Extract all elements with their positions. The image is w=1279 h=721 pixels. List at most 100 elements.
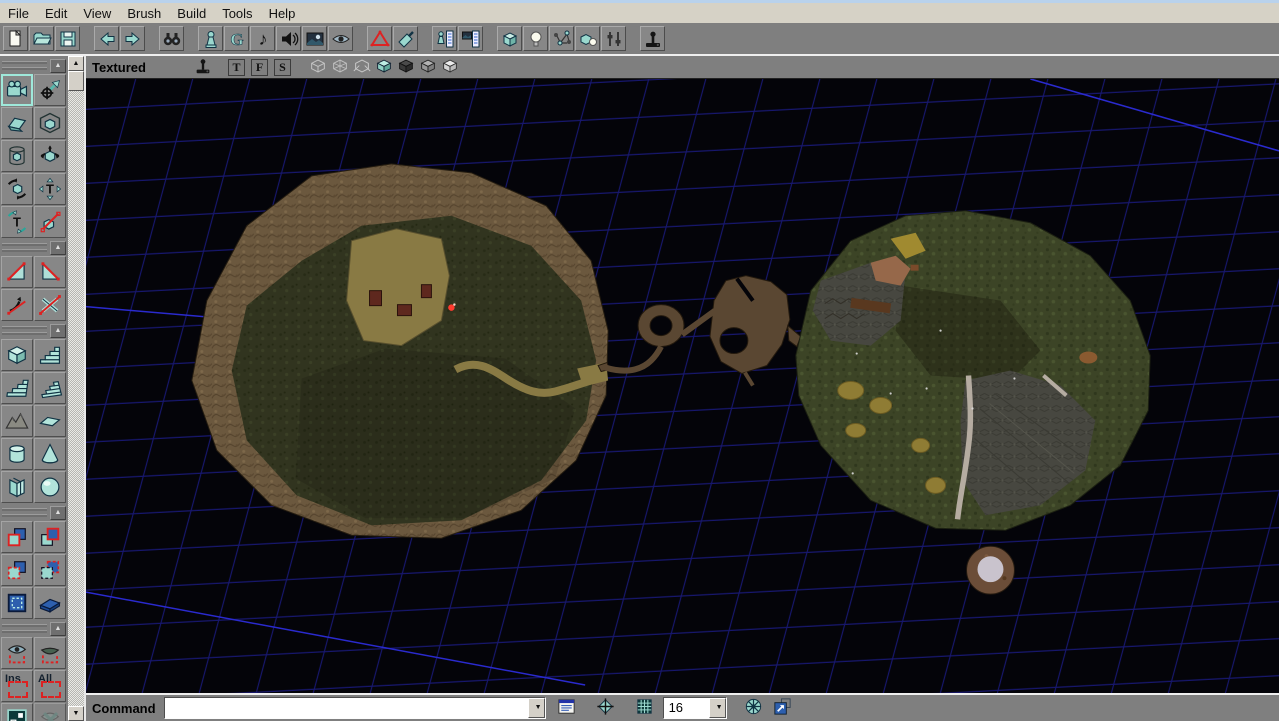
mesh-browser-button[interactable]: [328, 26, 353, 51]
build-paths-button[interactable]: [549, 26, 574, 51]
save-map-button[interactable]: [55, 26, 80, 51]
build-brush-button[interactable]: [393, 26, 418, 51]
maximize-viewport-button[interactable]: [772, 696, 793, 720]
actor-properties-button[interactable]: [432, 26, 457, 51]
realtime-preview-button[interactable]: [193, 56, 213, 79]
pan-texture-button[interactable]: T: [34, 173, 66, 205]
music-browser-button[interactable]: ♪: [250, 26, 275, 51]
clip-delete-button[interactable]: [34, 289, 66, 321]
menu-edit[interactable]: Edit: [37, 5, 75, 22]
texture-rotate-button[interactable]: T: [1, 206, 33, 238]
rotation-grid-button[interactable]: [743, 696, 764, 720]
view-zone-portal-button[interactable]: [440, 56, 460, 79]
build-volumetric-button[interactable]: [1, 471, 33, 503]
front-view-button[interactable]: F: [251, 59, 268, 76]
props-surface-icon: [460, 28, 482, 50]
viewport-3d-scene[interactable]: [86, 79, 1279, 693]
toolbox-scroll-up-button[interactable]: ▲: [68, 56, 84, 71]
command-dropdown-button[interactable]: ▼: [528, 698, 545, 718]
hide-actors-button[interactable]: [34, 703, 66, 721]
view-bsp-cuts-button[interactable]: [352, 56, 372, 79]
build-sphere-button[interactable]: [34, 471, 66, 503]
csg-deintersect-button[interactable]: [34, 554, 66, 586]
toolbox-collapse-button[interactable]: ▲: [50, 241, 66, 255]
build-all-button[interactable]: [575, 26, 600, 51]
toolbox-scrollbar-thumb[interactable]: [68, 71, 84, 91]
view-wireframe-button[interactable]: [308, 56, 328, 79]
toolbox-scrollbar-track[interactable]: [68, 91, 84, 706]
texture-browser-button[interactable]: [302, 26, 327, 51]
menu-help[interactable]: Help: [261, 5, 304, 22]
camera-movement-button[interactable]: [1, 74, 33, 106]
add-mover-brush-button[interactable]: [34, 587, 66, 619]
build-lighting-button[interactable]: [523, 26, 548, 51]
show-all-button[interactable]: All: [34, 670, 66, 702]
brush-clip-split-button[interactable]: [34, 256, 66, 288]
grid-size-combobox[interactable]: 16 ▼: [663, 697, 727, 719]
toolbox-scroll-down-button[interactable]: ▼: [68, 706, 84, 721]
redo-button[interactable]: [120, 26, 145, 51]
toolbox-collapse-button[interactable]: ▲: [50, 506, 66, 520]
brush-pivot-button[interactable]: [34, 140, 66, 172]
toolbox-collapse-button[interactable]: ▲: [50, 324, 66, 338]
hide-selected-button[interactable]: [34, 637, 66, 669]
build-cube-button[interactable]: [1, 339, 33, 371]
sound-browser-button[interactable]: [276, 26, 301, 51]
new-map-button[interactable]: [3, 26, 28, 51]
csg-intersect-button[interactable]: [1, 554, 33, 586]
log-window-button[interactable]: [556, 696, 577, 720]
toolbox-collapse-button[interactable]: ▲: [50, 59, 66, 73]
clip-flip-button[interactable]: [1, 289, 33, 321]
stairs-spiral-button[interactable]: [34, 372, 66, 404]
side-view-button[interactable]: S: [274, 59, 291, 76]
view-flat-button[interactable]: [418, 56, 438, 79]
floppy-icon: [57, 28, 79, 50]
grid-toggle-button[interactable]: [634, 696, 655, 720]
move-actor-button[interactable]: [34, 74, 66, 106]
menu-file[interactable]: File: [0, 5, 37, 22]
undo-button[interactable]: [94, 26, 119, 51]
build-geometry-only-button[interactable]: [497, 26, 522, 51]
view-overhead-button[interactable]: [330, 56, 350, 79]
cylinder-icon: [4, 441, 30, 467]
menu-tools[interactable]: Tools: [214, 5, 260, 22]
actor-class-browser-button[interactable]: [198, 26, 223, 51]
build-cylinder-button[interactable]: [1, 438, 33, 470]
play-map-button[interactable]: [640, 26, 665, 51]
view-dynamic-light-button[interactable]: [396, 56, 416, 79]
csg-add-button[interactable]: [1, 521, 33, 553]
show-selected-button[interactable]: [1, 637, 33, 669]
vertex-snap-button[interactable]: [595, 696, 616, 720]
menu-view[interactable]: View: [75, 5, 119, 22]
build-options-button[interactable]: [601, 26, 626, 51]
command-combobox[interactable]: ▼: [164, 697, 546, 719]
build-cone-button[interactable]: [34, 438, 66, 470]
brush-snapped-scale-button[interactable]: [34, 206, 66, 238]
invert-selection-button[interactable]: Ins: [1, 670, 33, 702]
vertex-editing-button[interactable]: [34, 107, 66, 139]
menu-brush[interactable]: Brush: [119, 5, 169, 22]
command-input[interactable]: [165, 698, 528, 718]
toolbox-scrollbar[interactable]: ▲ ▼: [68, 56, 84, 721]
build-geometry-button[interactable]: [367, 26, 392, 51]
add-special-brush-button[interactable]: [1, 587, 33, 619]
surface-properties-button[interactable]: [458, 26, 483, 51]
open-map-button[interactable]: [29, 26, 54, 51]
stairs-linear-button[interactable]: [34, 339, 66, 371]
view-textured-button[interactable]: [374, 56, 394, 79]
menu-build[interactable]: Build: [169, 5, 214, 22]
top-view-button[interactable]: T: [228, 59, 245, 76]
brush-scale-button[interactable]: [1, 107, 33, 139]
brush-rotate-button[interactable]: [1, 173, 33, 205]
group-browser-button[interactable]: G: [224, 26, 249, 51]
stairs-curved-button[interactable]: [1, 372, 33, 404]
csg-subtract-button[interactable]: [34, 521, 66, 553]
search-actors-button[interactable]: [159, 26, 184, 51]
build-sheet-button[interactable]: [34, 405, 66, 437]
brush-clip-button[interactable]: [1, 256, 33, 288]
select-brushes-button[interactable]: [1, 703, 33, 721]
toolbox-collapse-button[interactable]: ▲: [50, 622, 66, 636]
grid-size-dropdown-button[interactable]: ▼: [709, 698, 726, 718]
build-terrain-button[interactable]: [1, 405, 33, 437]
texture-pan-button[interactable]: [1, 140, 33, 172]
